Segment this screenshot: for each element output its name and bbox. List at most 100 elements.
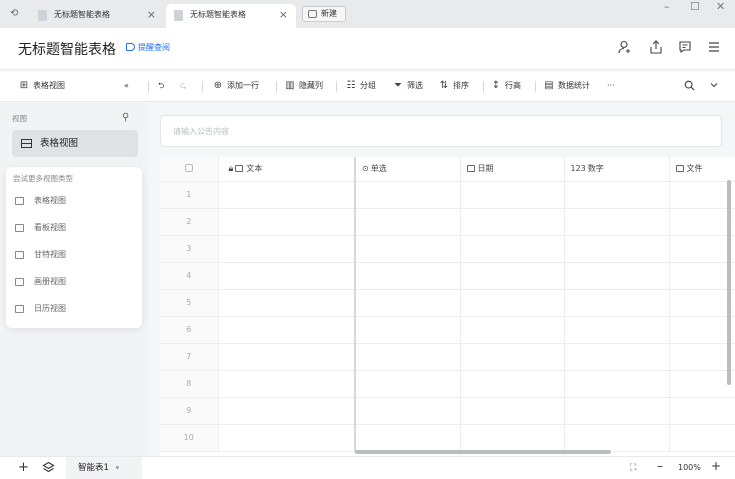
chevron-down-icon[interactable]: ▾	[116, 464, 120, 472]
cell-date[interactable]	[460, 262, 565, 290]
table-row[interactable]: 3	[160, 235, 735, 263]
row-number[interactable]: 3	[160, 235, 219, 263]
cell-date[interactable]	[460, 424, 565, 452]
table-row[interactable]: 5	[160, 289, 735, 317]
view-type-kanban[interactable]: 看板视图	[14, 220, 134, 236]
column-header-date[interactable]: 日期	[460, 157, 565, 182]
cell-single-select[interactable]	[355, 181, 461, 209]
menu-icon[interactable]	[706, 40, 722, 56]
cell-number[interactable]	[564, 316, 670, 344]
select-all-cell[interactable]	[160, 157, 219, 182]
select-all-checkbox[interactable]	[184, 163, 193, 172]
cell-date[interactable]	[460, 235, 565, 263]
cell-single-select[interactable]	[355, 370, 461, 398]
cell-text[interactable]	[218, 424, 356, 452]
chevron-down-icon[interactable]	[709, 80, 719, 94]
remind-button[interactable]: 提醒查阅	[126, 42, 170, 53]
cell-file[interactable]	[669, 181, 735, 209]
new-tab-button[interactable]: 新建	[302, 6, 346, 22]
cell-text[interactable]	[218, 262, 356, 290]
cell-single-select[interactable]	[355, 316, 461, 344]
row-number[interactable]: 10	[160, 424, 219, 452]
view-type-gantt[interactable]: 甘特视图	[14, 247, 134, 263]
cell-file[interactable]	[669, 343, 735, 371]
cell-date[interactable]	[460, 208, 565, 236]
cell-file[interactable]	[669, 208, 735, 236]
cell-date[interactable]	[460, 397, 565, 425]
share-icon[interactable]	[648, 40, 664, 56]
table-row[interactable]: 4	[160, 262, 735, 290]
add-row-button[interactable]: ⊕ 添加一行	[212, 80, 259, 92]
cell-number[interactable]	[564, 397, 670, 425]
history-icon[interactable]: ⟲	[10, 8, 24, 20]
cell-number[interactable]	[564, 289, 670, 317]
cell-number[interactable]	[564, 424, 670, 452]
add-collaborator-icon[interactable]	[617, 40, 633, 56]
fit-screen-icon[interactable]: ⛶	[630, 462, 636, 474]
close-icon[interactable]: ×	[147, 4, 156, 26]
cell-file[interactable]	[669, 262, 735, 290]
cell-file[interactable]	[669, 289, 735, 317]
cell-text[interactable]	[218, 208, 356, 236]
column-header-number[interactable]: 123 数字	[564, 157, 670, 182]
redo-icon[interactable]: ⮎	[180, 80, 186, 92]
add-sheet-icon[interactable]: +	[18, 461, 29, 475]
data-stats-button[interactable]: ▤ 数据统计	[543, 80, 590, 92]
cell-single-select[interactable]	[355, 235, 461, 263]
table-row[interactable]: 8	[160, 370, 735, 398]
cell-number[interactable]	[564, 181, 670, 209]
zoom-level[interactable]: 100%	[678, 462, 701, 474]
cell-number[interactable]	[564, 208, 670, 236]
cell-file[interactable]	[669, 370, 735, 398]
table-row[interactable]: 10	[160, 424, 735, 452]
cell-single-select[interactable]	[355, 289, 461, 317]
hide-columns-button[interactable]: ▥ 隐藏列	[284, 80, 323, 92]
cell-date[interactable]	[460, 370, 565, 398]
announcement-input[interactable]	[161, 116, 721, 146]
horizontal-scrollbar[interactable]	[355, 450, 611, 454]
view-type-table[interactable]: 表格视图	[14, 193, 134, 209]
cell-single-select[interactable]	[355, 424, 461, 452]
cell-number[interactable]	[564, 370, 670, 398]
cell-date[interactable]	[460, 289, 565, 317]
close-window-button[interactable]: ✕	[716, 0, 725, 14]
cell-date[interactable]	[460, 343, 565, 371]
row-number[interactable]: 6	[160, 316, 219, 344]
close-icon[interactable]: ×	[279, 4, 288, 26]
cell-file[interactable]	[669, 397, 735, 425]
pin-icon[interactable]: ⚲	[122, 112, 129, 123]
layers-icon[interactable]	[42, 461, 55, 478]
more-button[interactable]: ···	[607, 80, 615, 92]
group-button[interactable]: ☷ 分组	[345, 80, 376, 92]
cell-file[interactable]	[669, 235, 735, 263]
collapse-sidebar-icon[interactable]: «	[124, 80, 129, 92]
zoom-in-button[interactable]: +	[711, 460, 721, 472]
search-icon[interactable]	[684, 80, 695, 95]
row-number[interactable]: 8	[160, 370, 219, 398]
undo-icon[interactable]: ⮌	[158, 80, 164, 92]
cell-text[interactable]	[218, 289, 356, 317]
sheet-tab[interactable]: 智能表1 ▾	[66, 457, 142, 479]
column-header-text[interactable]: 🔒︎ 文本	[218, 157, 356, 182]
table-row[interactable]: 9	[160, 397, 735, 425]
table-row[interactable]: 7	[160, 343, 735, 371]
tab-2-active[interactable]: 无标题智能表格 ×	[166, 4, 296, 28]
cell-number[interactable]	[564, 262, 670, 290]
cell-text[interactable]	[218, 370, 356, 398]
cell-single-select[interactable]	[355, 208, 461, 236]
view-type-calendar[interactable]: 日历视图	[14, 301, 134, 317]
table-row[interactable]: 2	[160, 208, 735, 236]
maximize-button[interactable]: ☐	[690, 0, 700, 14]
row-number[interactable]: 4	[160, 262, 219, 290]
cell-file[interactable]	[669, 424, 735, 452]
cell-date[interactable]	[460, 316, 565, 344]
comment-icon[interactable]	[677, 40, 693, 56]
table-row[interactable]: 1	[160, 181, 735, 209]
cell-date[interactable]	[460, 181, 565, 209]
row-number[interactable]: 9	[160, 397, 219, 425]
cell-number[interactable]	[564, 343, 670, 371]
cell-file[interactable]	[669, 316, 735, 344]
row-number[interactable]: 7	[160, 343, 219, 371]
view-switcher[interactable]: ⊞ 表格视图	[18, 80, 65, 92]
cell-text[interactable]	[218, 316, 356, 344]
